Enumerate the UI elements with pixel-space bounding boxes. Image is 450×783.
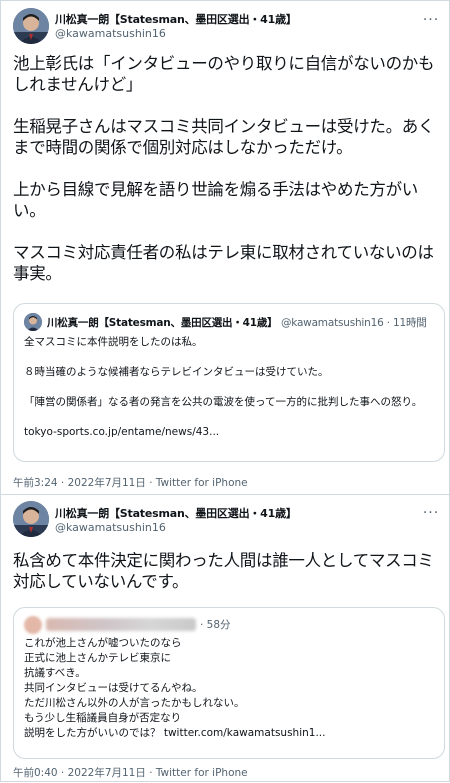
more-options-icon[interactable]: ··· bbox=[421, 13, 441, 29]
quoted-text: 全マスコミに本件説明をしたのは私。 ８時当確のような候補者ならテレビインタビュー… bbox=[24, 336, 423, 438]
tweet-timestamp[interactable]: 午前3:24 · 2022年7月11日 · Twitter for iPhone bbox=[13, 475, 248, 490]
blurred-avatar bbox=[24, 616, 42, 634]
avatar-photo-icon bbox=[13, 8, 49, 44]
user-handle[interactable]: @kawamatsushin16 bbox=[55, 27, 166, 40]
quoted-handle-time: @kawamatsushin16 · 11時間 bbox=[280, 317, 427, 329]
user-handle[interactable]: @kawamatsushin16 bbox=[55, 521, 166, 534]
quoted-author-line: 川松真一朗【Statesman、墨田区選出・41歳】 @kawamatsushi… bbox=[47, 315, 427, 330]
avatar-photo-icon bbox=[24, 313, 42, 331]
display-name[interactable]: 川松真一朗【Statesman、墨田区選出・41歳】 bbox=[55, 505, 297, 521]
tweet-2[interactable]: 川松真一朗【Statesman、墨田区選出・41歳】 @kawamatsushi… bbox=[1, 494, 450, 783]
quoted-tweet[interactable]: · 58分 これが池上さんが嘘ついたのなら 正式に池上さんかテレビ東京に 抗議す… bbox=[13, 607, 445, 759]
blurred-author-name bbox=[46, 618, 196, 631]
more-options-icon[interactable]: ··· bbox=[421, 506, 441, 522]
quoted-time: · 58分 bbox=[200, 619, 231, 631]
avatar[interactable] bbox=[13, 8, 49, 44]
tweet-1[interactable]: 川松真一朗【Statesman、墨田区選出・41歳】 @kawamatsushi… bbox=[1, 1, 450, 494]
tweet-text: 池上彰氏は「インタビューのやり取りに自信がないのかもしれませんけど」 生稲晃子さ… bbox=[13, 54, 435, 283]
quoted-tweet[interactable]: 川松真一朗【Statesman、墨田区選出・41歳】 @kawamatsushi… bbox=[13, 303, 445, 462]
tweet-timestamp[interactable]: 午前0:40 · 2022年7月11日 · Twitter for iPhone bbox=[13, 765, 248, 780]
quoted-display-name: 川松真一朗【Statesman、墨田区選出・41歳】 bbox=[47, 317, 278, 329]
avatar-photo-icon bbox=[13, 501, 49, 537]
quoted-text: これが池上さんが嘘ついたのなら 正式に池上さんかテレビ東京に 抗議すべき。 共同… bbox=[24, 637, 326, 739]
display-name[interactable]: 川松真一朗【Statesman、墨田区選出・41歳】 bbox=[55, 11, 297, 27]
avatar[interactable] bbox=[13, 501, 49, 537]
tweet-screenshot: 川松真一朗【Statesman、墨田区選出・41歳】 @kawamatsushi… bbox=[0, 0, 450, 782]
quoted-avatar bbox=[24, 313, 42, 331]
tweet-text: 私含めて本件決定に関わった人間は誰一人としてマスコミ対応していないんです。 bbox=[13, 551, 434, 591]
